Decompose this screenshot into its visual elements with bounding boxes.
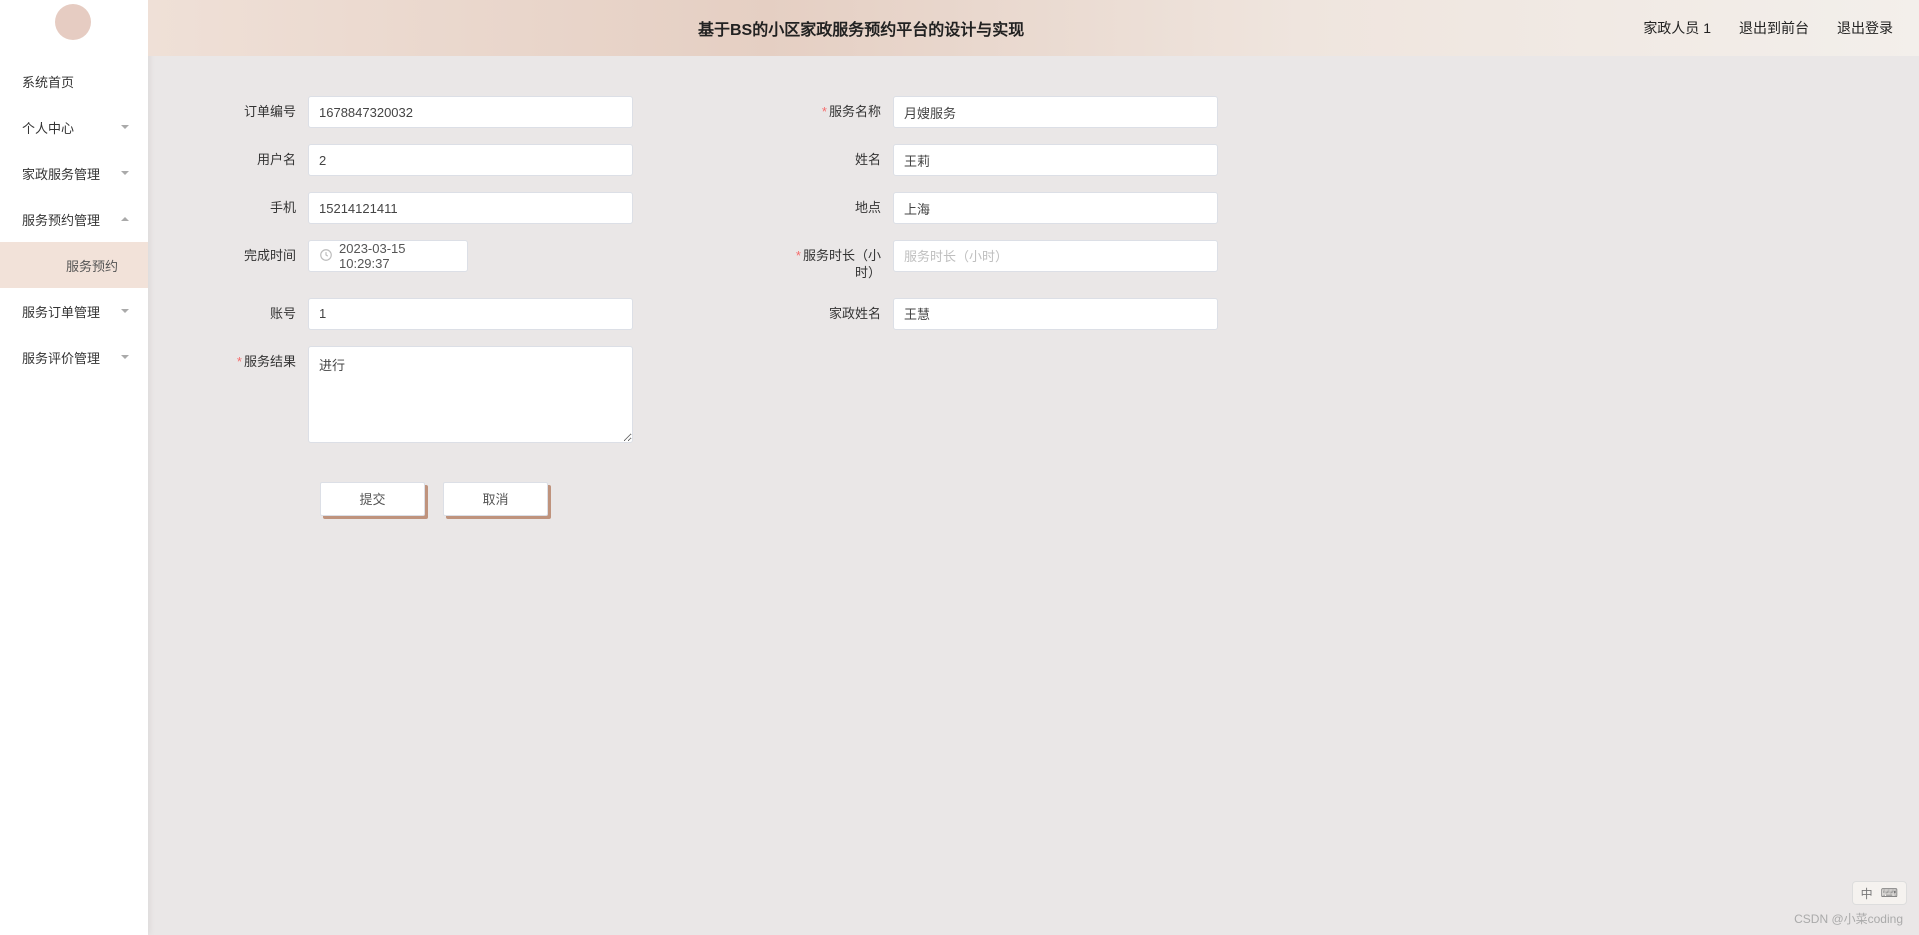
label-fullname: 姓名	[793, 144, 893, 169]
sidebar-item-personal[interactable]: 个人中心	[0, 104, 148, 150]
chevron-down-icon	[120, 168, 130, 178]
footer-watermark: CSDN @小菜coding	[1794, 910, 1903, 927]
field-result: *服务结果	[208, 346, 773, 446]
field-account: 账号	[208, 298, 773, 330]
avatar[interactable]	[55, 4, 91, 40]
label-service-name: *服务名称	[793, 96, 893, 121]
main: 基于BS的小区家政服务预约平台的设计与实现 家政人员 1 退出到前台 退出登录 …	[148, 0, 1919, 935]
input-finish-time[interactable]: 2023-03-15 10:29:37	[308, 240, 468, 272]
page-title: 基于BS的小区家政服务预约平台的设计与实现	[698, 16, 1024, 40]
chevron-down-icon	[120, 122, 130, 132]
ime-icon: ⌨	[1881, 886, 1898, 900]
ime-lang: 中	[1861, 885, 1873, 902]
field-staff-name: 家政姓名	[793, 298, 1358, 330]
label-username: 用户名	[208, 144, 308, 169]
label-phone: 手机	[208, 192, 308, 217]
sidebar-item-label: 系统首页	[22, 72, 74, 91]
exit-front-link[interactable]: 退出到前台	[1739, 18, 1809, 38]
label-order-no: 订单编号	[208, 96, 308, 121]
sidebar-item-label: 个人中心	[22, 118, 74, 137]
sidebar-item-order-mgmt[interactable]: 服务订单管理	[0, 288, 148, 334]
chevron-up-icon	[120, 214, 130, 224]
sidebar-item-label: 服务预约管理	[22, 210, 100, 229]
button-row: 提交 取消	[320, 482, 1358, 516]
label-duration: *服务时长（小时）	[793, 240, 893, 282]
input-staff-name[interactable]	[893, 298, 1218, 330]
input-username[interactable]	[308, 144, 633, 176]
field-username: 用户名	[208, 144, 773, 176]
reservation-form: 订单编号 *服务名称 用户名 姓名 手机	[208, 96, 1358, 516]
content: 订单编号 *服务名称 用户名 姓名 手机	[148, 56, 1919, 516]
input-account[interactable]	[308, 298, 633, 330]
field-fullname: 姓名	[793, 144, 1358, 176]
ime-badge: 中 ⌨	[1852, 881, 1907, 905]
sidebar-menu: 系统首页 个人中心 家政服务管理 服务预约管理 服务预约 服务订单管理	[0, 44, 148, 935]
avatar-wrap	[0, 0, 148, 44]
input-service-name[interactable]	[893, 96, 1218, 128]
sidebar-item-housekeeping[interactable]: 家政服务管理	[0, 150, 148, 196]
sidebar-item-label: 家政服务管理	[22, 164, 100, 183]
label-result: *服务结果	[208, 346, 308, 371]
label-finish-time: 完成时间	[208, 240, 308, 265]
finish-time-value: 2023-03-15 10:29:37	[339, 241, 457, 271]
sidebar-item-home[interactable]: 系统首页	[0, 58, 148, 104]
sidebar-subitem-label: 服务预约	[66, 256, 118, 275]
field-order-no: 订单编号	[208, 96, 773, 128]
sidebar-item-reservation-mgmt[interactable]: 服务预约管理	[0, 196, 148, 242]
sidebar-item-label: 服务评价管理	[22, 348, 100, 367]
input-duration[interactable]	[893, 240, 1218, 272]
cancel-button[interactable]: 取消	[443, 482, 548, 516]
sidebar-item-label: 服务订单管理	[22, 302, 100, 321]
header-user[interactable]: 家政人员 1	[1643, 18, 1711, 38]
input-fullname[interactable]	[893, 144, 1218, 176]
logout-link[interactable]: 退出登录	[1837, 18, 1893, 38]
label-account: 账号	[208, 298, 308, 323]
input-phone[interactable]	[308, 192, 633, 224]
input-order-no[interactable]	[308, 96, 633, 128]
sidebar: 系统首页 个人中心 家政服务管理 服务预约管理 服务预约 服务订单管理	[0, 0, 148, 935]
chevron-down-icon	[120, 352, 130, 362]
label-staff-name: 家政姓名	[793, 298, 893, 323]
textarea-result[interactable]	[308, 346, 633, 443]
submit-button[interactable]: 提交	[320, 482, 425, 516]
clock-icon	[319, 248, 333, 265]
field-phone: 手机	[208, 192, 773, 224]
field-location: 地点	[793, 192, 1358, 224]
label-location: 地点	[793, 192, 893, 217]
sidebar-subitem-reservation[interactable]: 服务预约	[0, 242, 148, 288]
field-service-name: *服务名称	[793, 96, 1358, 128]
sidebar-item-review-mgmt[interactable]: 服务评价管理	[0, 334, 148, 380]
field-duration: *服务时长（小时）	[793, 240, 1358, 282]
chevron-down-icon	[120, 306, 130, 316]
input-location[interactable]	[893, 192, 1218, 224]
field-finish-time: 完成时间 2023-03-15 10:29:37	[208, 240, 773, 282]
header: 基于BS的小区家政服务预约平台的设计与实现 家政人员 1 退出到前台 退出登录	[148, 0, 1919, 56]
